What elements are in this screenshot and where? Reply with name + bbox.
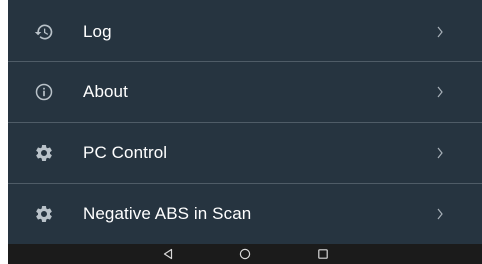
- menu-item-label: About: [83, 82, 128, 101]
- menu-item-label: PC Control: [83, 143, 168, 162]
- chevron-right-icon: [437, 26, 443, 38]
- menu-item-label: Negative ABS in Scan: [83, 204, 252, 223]
- chevron-right-icon: [437, 208, 443, 220]
- gear-icon: [33, 142, 55, 164]
- gear-icon: [33, 203, 55, 225]
- back-icon[interactable]: [161, 247, 175, 261]
- menu-item-pc-control[interactable]: PC Control: [8, 123, 482, 183]
- menu-item-label: Log: [83, 22, 112, 41]
- system-navigation-bar: [8, 244, 482, 264]
- history-icon: [33, 21, 55, 43]
- chevron-right-icon: [437, 86, 443, 98]
- home-icon[interactable]: [238, 247, 252, 261]
- chevron-right-icon: [437, 147, 443, 159]
- menu-item-about[interactable]: About: [8, 62, 482, 122]
- menu-item-log[interactable]: Log: [8, 2, 482, 62]
- settings-screen: Log About PC Control Negative ABS in Sca…: [8, 0, 482, 264]
- info-icon: [33, 81, 55, 103]
- recents-icon[interactable]: [316, 247, 330, 261]
- menu-item-negative-abs-in-scan[interactable]: Negative ABS in Scan: [8, 184, 482, 244]
